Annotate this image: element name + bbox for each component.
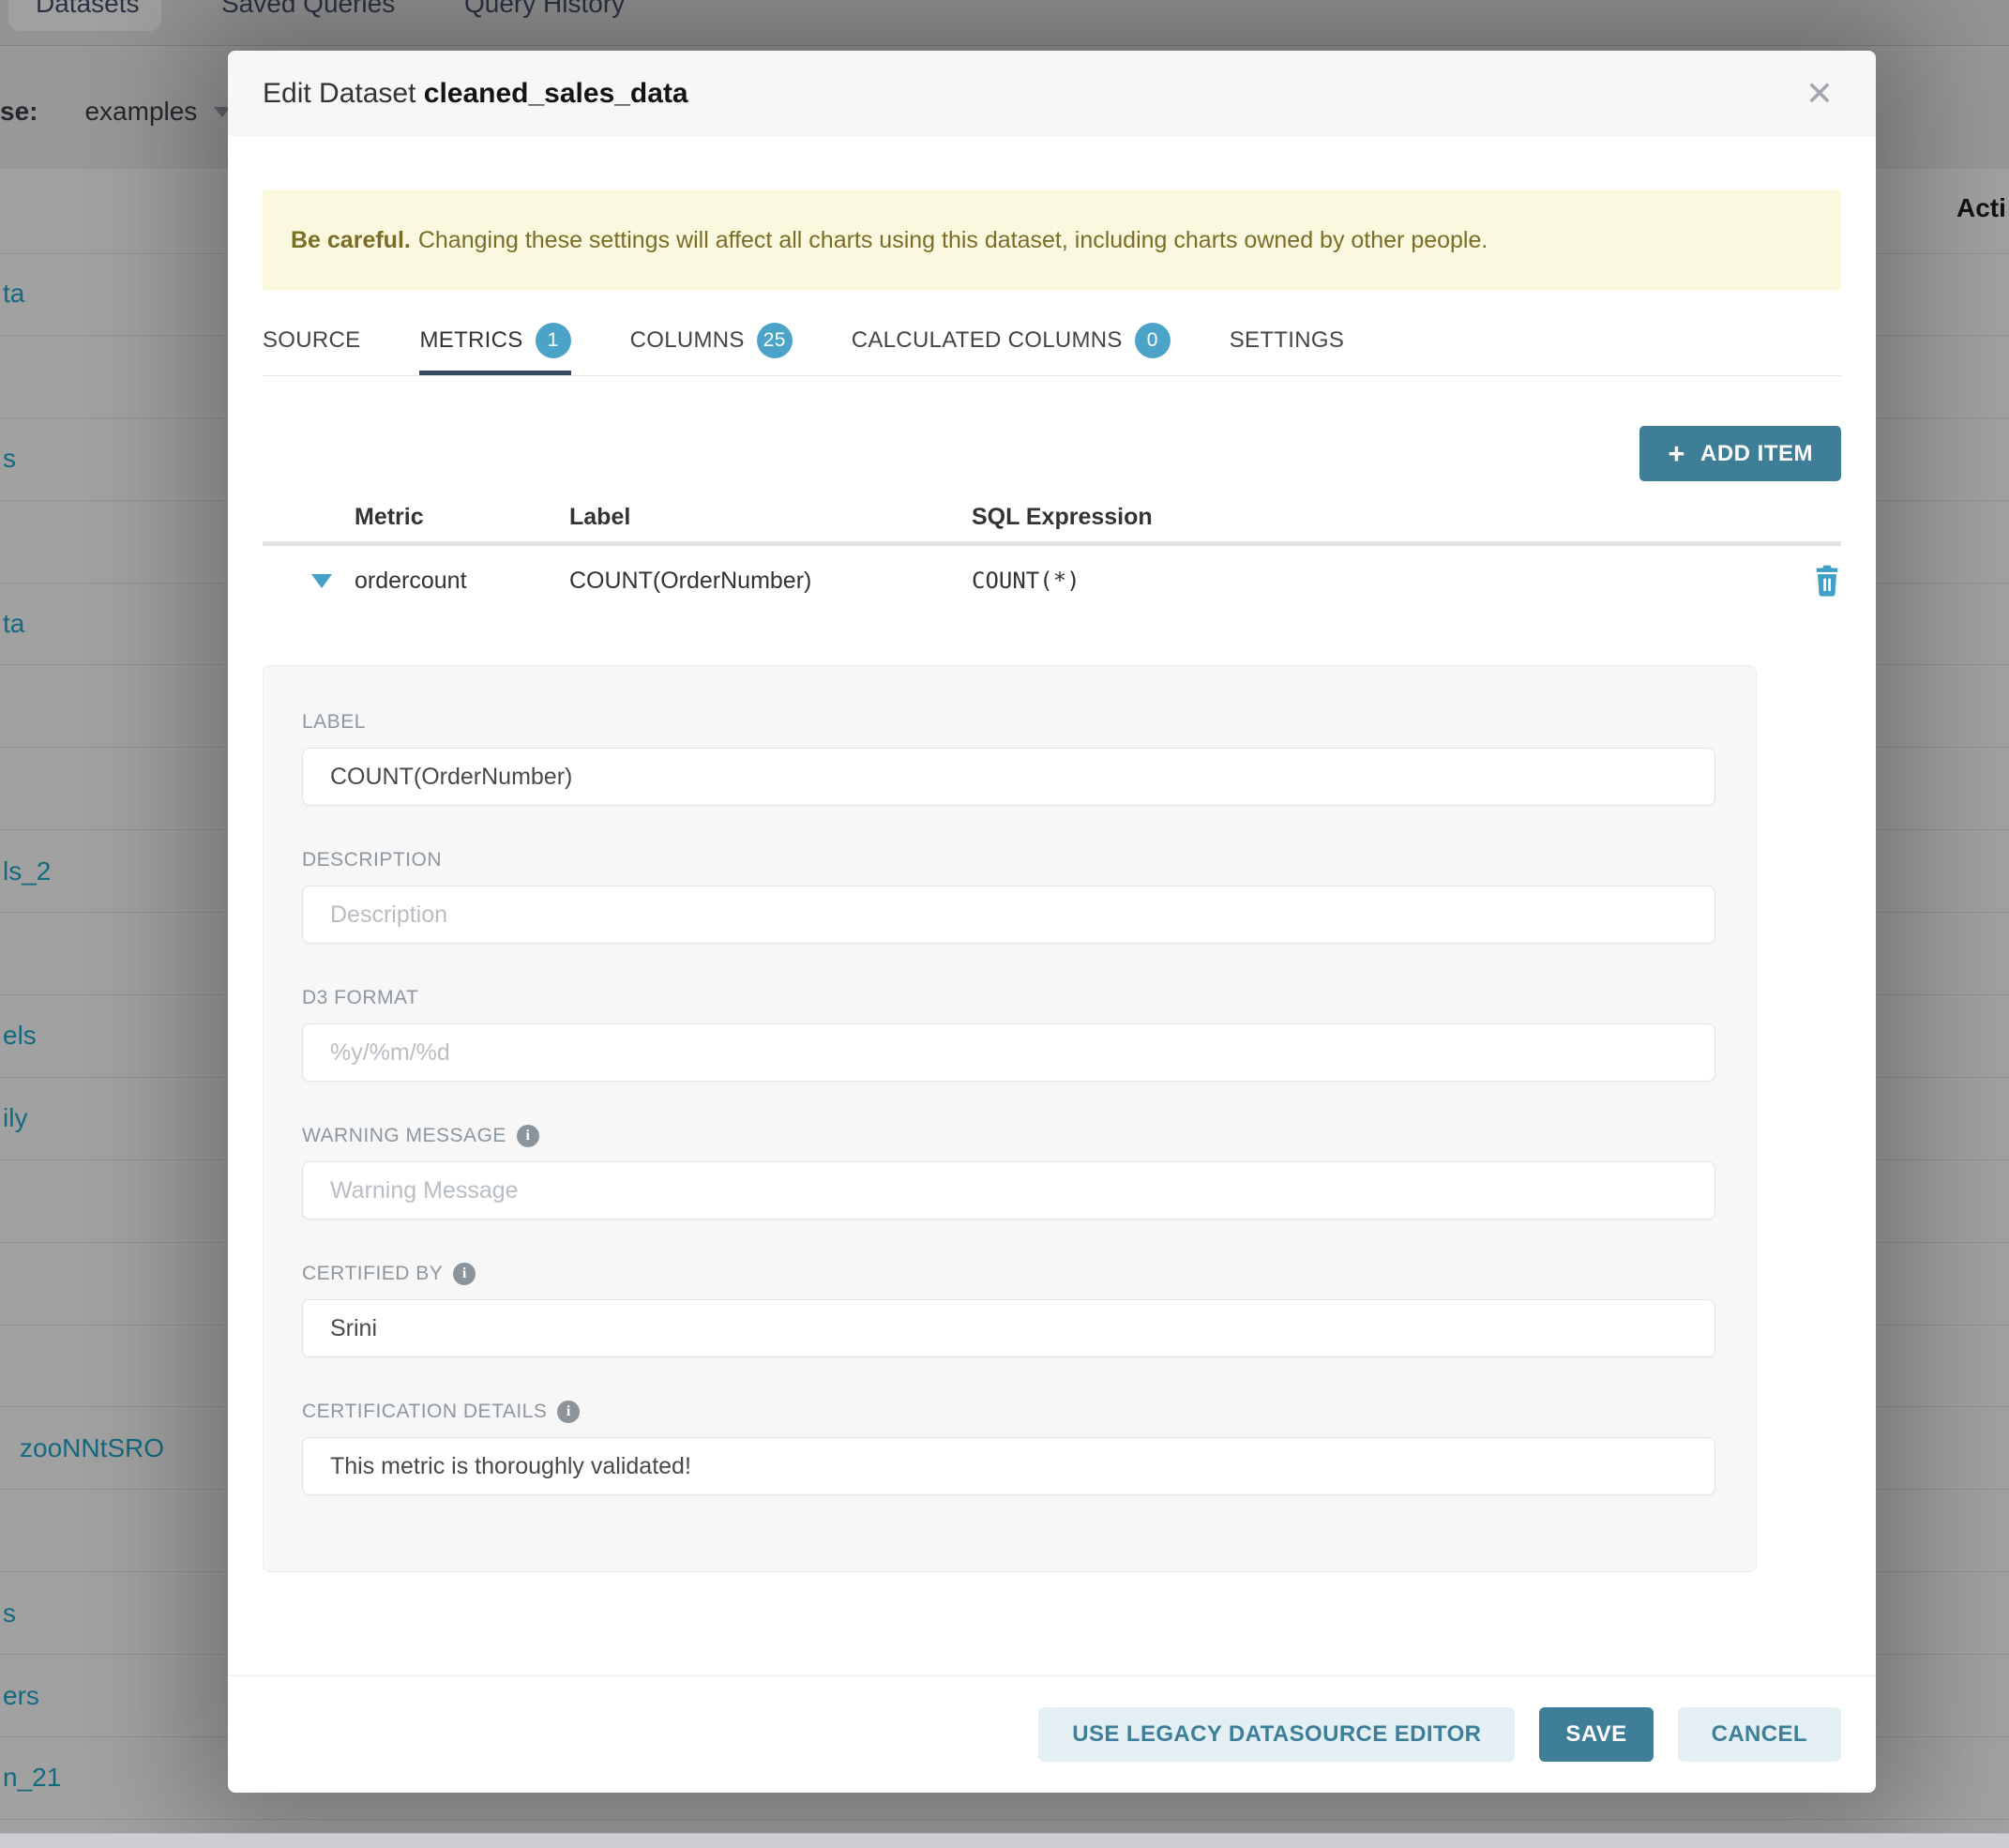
label-field-label: LABEL <box>302 711 1715 734</box>
column-header-metric: Metric <box>355 504 569 531</box>
modal-title: Edit Dataset cleaned_sales_data <box>263 78 688 110</box>
warning-message-input[interactable] <box>302 1161 1715 1219</box>
metric-label: COUNT(OrderNumber) <box>569 568 972 595</box>
certification-details-input[interactable] <box>302 1437 1715 1495</box>
collapse-caret-icon[interactable] <box>311 574 332 588</box>
certified-by-field-label-text: CERTIFIED BY <box>302 1263 443 1285</box>
tab-metrics-label: METRICS <box>419 327 522 354</box>
description-field-label: DESCRIPTION <box>302 849 1715 871</box>
info-icon: i <box>453 1263 476 1285</box>
metric-detail-panel: LABEL DESCRIPTION D3 FORMAT WARNING MESS… <box>263 665 1757 1572</box>
tab-metrics[interactable]: METRICS 1 <box>419 310 570 375</box>
label-field-label-text: LABEL <box>302 711 366 734</box>
metric-name: ordercount <box>355 568 569 595</box>
tab-columns[interactable]: COLUMNS 25 <box>630 310 793 375</box>
add-item-bar: + ADD ITEM <box>263 426 1841 481</box>
d3-format-input[interactable] <box>302 1023 1715 1082</box>
description-input[interactable] <box>302 886 1715 944</box>
screen: Datasets Saved Queries Query History se:… <box>0 0 2009 1848</box>
tab-calculated-columns-badge: 0 <box>1135 323 1171 358</box>
tab-metrics-badge: 1 <box>536 323 571 358</box>
metric-sql-expression: COUNT(*) <box>972 568 1794 594</box>
metric-row: ordercount COUNT(OrderNumber) COUNT(*) <box>263 546 1841 615</box>
info-icon: i <box>557 1401 580 1423</box>
warning-banner-text: Changing these settings will affect all … <box>418 227 1488 254</box>
use-legacy-datasource-editor-button[interactable]: USE LEGACY DATASOURCE EDITOR <box>1038 1707 1515 1762</box>
metrics-table: Metric Label SQL Expression ordercount C… <box>263 492 1841 615</box>
cancel-button[interactable]: CANCEL <box>1678 1707 1841 1762</box>
tab-settings-label: SETTINGS <box>1230 327 1344 354</box>
certified-by-input[interactable] <box>302 1299 1715 1357</box>
warning-message-field-label-text: WARNING MESSAGE <box>302 1125 506 1147</box>
save-button[interactable]: SAVE <box>1539 1707 1653 1762</box>
modal-tabs: SOURCE METRICS 1 COLUMNS 25 CALCULATED C… <box>263 310 1841 376</box>
close-icon[interactable]: ✕ <box>1791 51 1848 136</box>
description-field-label-text: DESCRIPTION <box>302 849 442 871</box>
certification-details-field-label-text: CERTIFICATION DETAILS <box>302 1401 547 1423</box>
warning-message-field-label: WARNING MESSAGE i <box>302 1125 1715 1147</box>
warning-banner: Be careful. Changing these settings will… <box>263 189 1841 291</box>
modal-title-dataset-name: cleaned_sales_data <box>424 78 688 109</box>
d3-format-field-label: D3 FORMAT <box>302 987 1715 1009</box>
modal-title-prefix: Edit Dataset <box>263 78 424 109</box>
add-item-label: ADD ITEM <box>1700 441 1813 467</box>
edit-dataset-modal: Edit Dataset cleaned_sales_data ✕ Be car… <box>228 51 1876 1793</box>
tab-calculated-columns[interactable]: CALCULATED COLUMNS 0 <box>852 310 1171 375</box>
tab-settings[interactable]: SETTINGS <box>1230 310 1344 375</box>
modal-header: Edit Dataset cleaned_sales_data ✕ <box>228 51 1876 136</box>
column-header-label: Label <box>569 504 972 531</box>
certification-details-field-label: CERTIFICATION DETAILS i <box>302 1401 1715 1423</box>
modal-footer: USE LEGACY DATASOURCE EDITOR SAVE CANCEL <box>228 1675 1876 1793</box>
trash-icon <box>1813 565 1841 597</box>
label-input[interactable] <box>302 748 1715 806</box>
warning-banner-bold: Be careful. <box>291 227 411 254</box>
tab-columns-badge: 25 <box>757 323 793 358</box>
add-item-button[interactable]: + ADD ITEM <box>1639 426 1841 481</box>
info-icon: i <box>517 1125 539 1147</box>
tab-calculated-columns-label: CALCULATED COLUMNS <box>852 327 1123 354</box>
d3-format-field-label-text: D3 FORMAT <box>302 987 418 1009</box>
horizontal-scrollbar[interactable] <box>0 1833 2009 1848</box>
plus-icon: + <box>1668 439 1685 468</box>
tab-columns-label: COLUMNS <box>630 327 745 354</box>
tab-source[interactable]: SOURCE <box>263 310 360 375</box>
modal-body: Be careful. Changing these settings will… <box>228 189 1876 1572</box>
column-header-sql-expression: SQL Expression <box>972 504 1794 531</box>
metrics-table-header-row: Metric Label SQL Expression <box>263 492 1841 546</box>
certified-by-field-label: CERTIFIED BY i <box>302 1263 1715 1285</box>
tab-source-label: SOURCE <box>263 327 360 354</box>
delete-metric-button[interactable] <box>1794 565 1841 597</box>
